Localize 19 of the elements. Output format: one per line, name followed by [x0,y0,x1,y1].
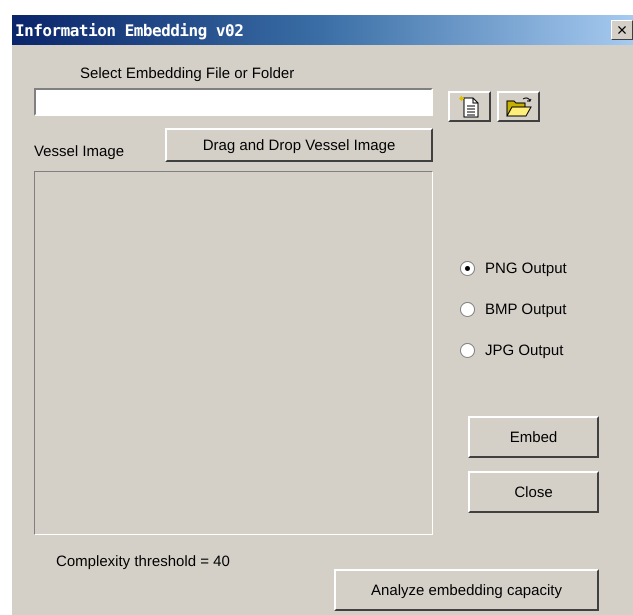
folder-icon [504,96,532,118]
vessel-image-label: Vessel Image [34,143,124,160]
new-file-button[interactable] [448,91,491,122]
action-button[interactable]: Embed [468,416,599,458]
drag-drop-button[interactable]: Drag and Drop Vessel Image [165,128,433,162]
radio-label: BMP Output [485,300,566,318]
radio-button[interactable] [460,260,475,276]
radio-button[interactable] [460,302,475,316]
close-button[interactable]: × [611,20,633,40]
threshold-label: Complexity threshold = 40 [56,553,230,570]
analyze-button[interactable]: Analyze embedding capacity [334,569,599,611]
open-folder-button[interactable] [497,91,540,122]
radio-label: PNG Output [485,260,567,276]
radio-label: JPG Output [485,342,564,358]
radio-button[interactable] [460,342,475,358]
file-path-field[interactable] [34,88,433,116]
window-title: Information Embedding v02 [15,20,244,40]
action-button[interactable]: Close [468,471,599,513]
field-label: Select Embedding File or Folder [80,65,294,82]
